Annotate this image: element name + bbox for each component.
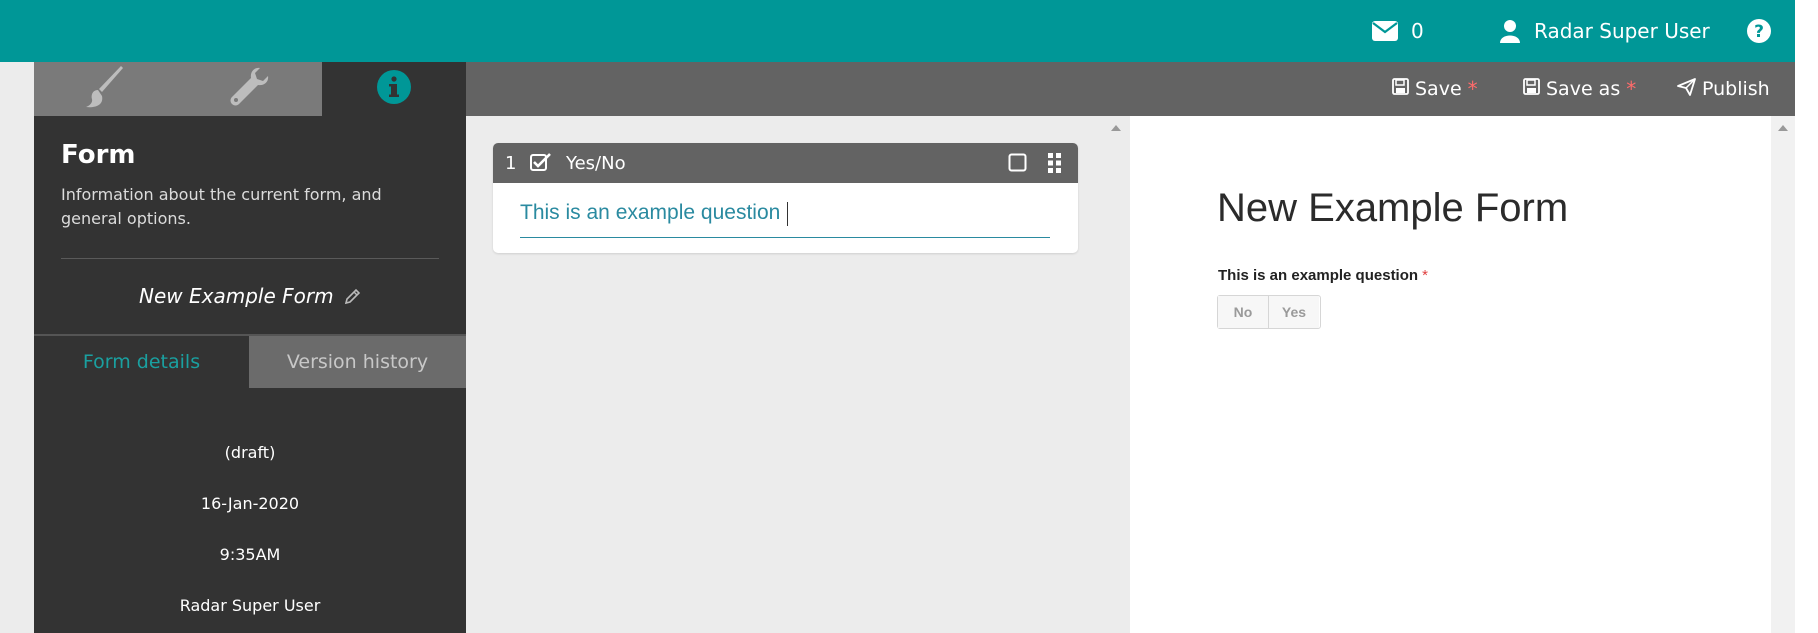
tab-version-history[interactable]: Version history [249,336,466,388]
publish-button[interactable]: Publish [1677,62,1770,116]
pencil-icon[interactable] [344,286,361,310]
user-menu[interactable]: Radar Super User [1500,0,1710,62]
form-name: New Example Form [139,284,334,308]
preview-question-label: This is an example question * [1218,267,1428,284]
svg-text:?: ? [1754,22,1764,42]
sidebar-title: Form [61,140,136,170]
question-type: Yes/No [566,153,626,174]
sidebar-description: Information about the current form, and … [61,185,382,228]
text-caret [787,202,788,226]
user-name: Radar Super User [1534,19,1710,43]
tab-form-details[interactable]: Form details [34,336,249,388]
preview-option-no[interactable]: No [1218,296,1268,328]
wrench-icon [230,66,270,112]
required-marker: * [1422,267,1428,284]
unsaved-marker: * [1467,77,1478,101]
editor-scrollbar[interactable] [1103,116,1129,633]
messages-button[interactable]: 0 [1371,0,1424,62]
tab-settings[interactable] [178,62,322,116]
checkbox-checked-icon [530,152,552,176]
paintbrush-icon [86,66,126,112]
preview-form-title: New Example Form [1217,186,1569,230]
save-label: Save [1415,78,1462,100]
scroll-up-icon[interactable] [1111,125,1121,131]
preview-yes-no-toggle[interactable]: No Yes [1217,295,1321,329]
question-text-input[interactable]: This is an example question [520,201,780,225]
floppy-disk-icon [1392,78,1415,100]
preview-scrollbar[interactable] [1771,116,1795,633]
publish-label: Publish [1702,78,1770,100]
divider [61,258,439,259]
preview-option-yes[interactable]: Yes [1268,296,1319,328]
user-icon [1500,19,1520,43]
version-status: (draft) [224,443,276,462]
form-name-edit[interactable]: New Example Form [34,284,466,310]
messages-count: 0 [1411,19,1424,43]
version-time: 9:35AM [219,545,281,564]
tab-info[interactable] [322,62,466,116]
version-author: Radar Super User [179,596,321,615]
preview-question-text: This is an example question [1218,267,1419,284]
version-date: 16-Jan-2020 [200,494,300,513]
question-number: 1 [505,153,517,174]
floppy-disk-icon [1523,78,1546,100]
question-circle-icon: ? [1746,18,1772,44]
help-button[interactable]: ? [1746,0,1772,62]
window-edge [1795,0,1818,633]
unsaved-marker: * [1626,77,1637,101]
scroll-up-icon[interactable] [1778,125,1788,131]
input-underline [520,237,1050,238]
save-button[interactable]: Save * [1392,62,1478,116]
left-gutter [0,62,34,633]
info-circle-icon [376,69,412,109]
drag-handle-icon[interactable] [1048,153,1062,177]
paper-plane-icon [1677,77,1702,101]
save-as-label: Save as [1546,78,1621,100]
save-as-button[interactable]: Save as * [1523,62,1636,116]
envelope-icon [1371,20,1399,42]
square-icon[interactable] [1008,153,1027,176]
tab-style[interactable] [34,62,178,116]
